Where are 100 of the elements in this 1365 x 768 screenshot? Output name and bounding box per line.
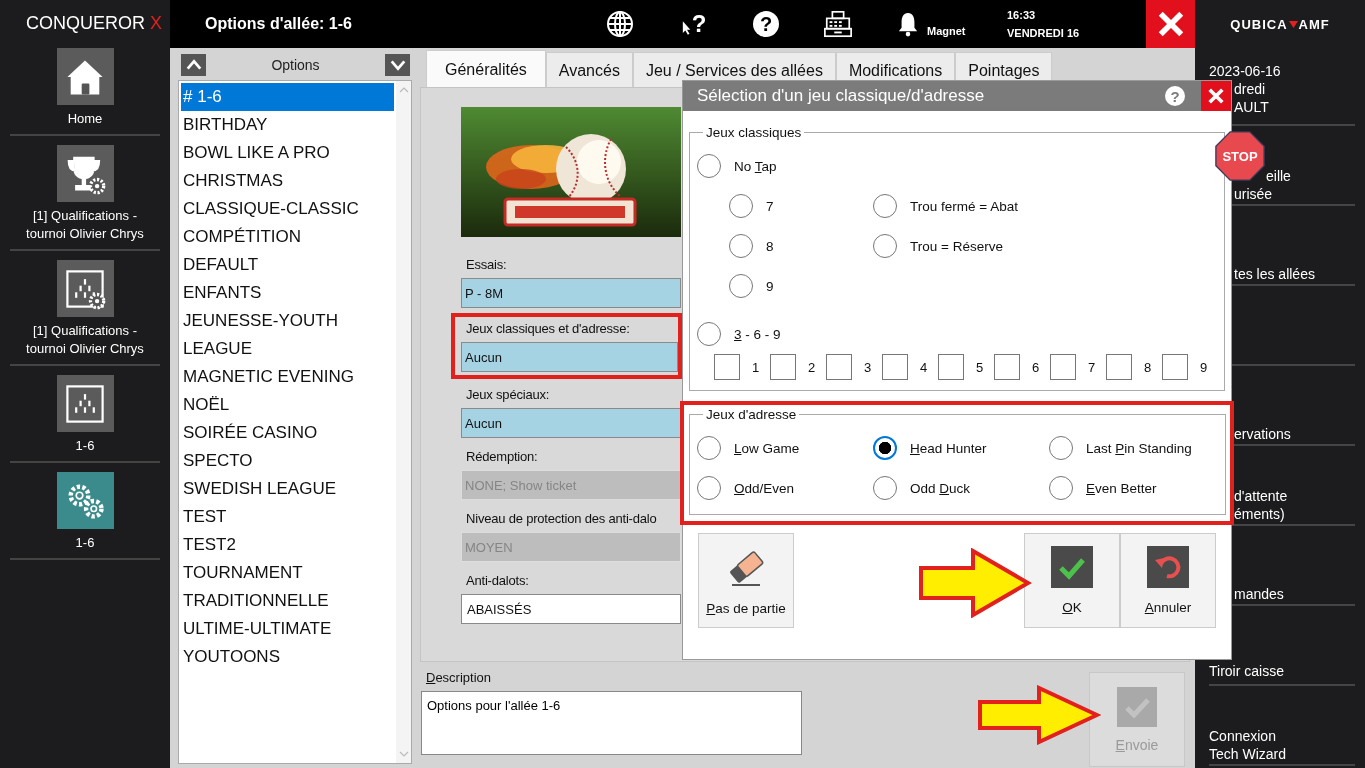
globe-icon[interactable] <box>605 9 635 39</box>
field-label: Anti-dalots: <box>465 572 530 590</box>
radio-option[interactable]: 7 <box>729 186 774 226</box>
field-label: Niveau de protection des anti-dalo <box>465 510 658 528</box>
scroll-up-button[interactable] <box>181 54 206 76</box>
option-list-item[interactable]: NOËL <box>181 391 394 419</box>
option-list-item[interactable]: TEST2 <box>181 531 394 559</box>
menu-entry-text[interactable]: Tiroir caisse <box>1209 662 1284 680</box>
app-logo: CONQUEROR X <box>25 12 163 35</box>
option-list-item[interactable]: SWEDISH LEAGUE <box>181 475 394 503</box>
panel-title: Options <box>271 57 320 73</box>
menu-entry-text[interactable]: mandes <box>1234 585 1284 603</box>
menu-entry-text[interactable]: urisée <box>1234 185 1273 203</box>
close-button[interactable] <box>1146 0 1195 48</box>
field-label: Jeux classiques et d'adresse: <box>465 320 631 338</box>
description-field[interactable]: Options pour l'allée 1-6 <box>421 691 802 755</box>
checkbox-option[interactable]: 1 <box>714 354 770 380</box>
nav-label: 1-6 <box>75 534 95 552</box>
radio-option[interactable]: 8 <box>729 226 774 266</box>
ok-button[interactable]: OK <box>1024 533 1120 628</box>
help-icon[interactable]: ? <box>753 11 779 37</box>
nav-label: [1] Qualifications - tournoi Olivier Chrys <box>25 207 145 243</box>
radio-option[interactable]: Odd Duck <box>873 468 971 508</box>
option-list-item[interactable]: TOURNAMENT <box>181 559 394 587</box>
menu-entry-text[interactable]: Connexion <box>1209 727 1276 745</box>
close-icon <box>1207 87 1225 105</box>
group-title: Jeux classiques <box>705 125 803 140</box>
radio-option[interactable]: Last Pin Standing <box>1049 428 1192 468</box>
cancel-button[interactable]: Annuler <box>1120 533 1216 628</box>
date-text: AULT <box>1234 98 1269 116</box>
checkbox-option[interactable]: 3 <box>826 354 882 380</box>
menu-entry-text[interactable]: d'attente <box>1234 487 1288 505</box>
nav-tile-button[interactable] <box>56 48 114 105</box>
select-field[interactable]: P - 8M <box>461 278 681 308</box>
nav-tile-button[interactable] <box>56 145 114 202</box>
clear-button[interactable]: Pas de partie <box>698 533 794 628</box>
scroll-down-button[interactable] <box>385 54 410 76</box>
option-list-item[interactable]: MAGNETIC EVENING <box>181 363 394 391</box>
tab[interactable]: Avancés <box>545 52 633 89</box>
option-list-item[interactable]: TRADITIONNELLE <box>181 587 394 615</box>
vendor-logo: QUBICA AMF <box>1229 15 1331 34</box>
option-list-item[interactable]: JEUNESSE-YOUTH <box>181 307 394 335</box>
radio-option[interactable]: 3 - 6 - 9 <box>697 314 781 354</box>
radio-option[interactable]: Trou fermé = Abat <box>873 186 1018 226</box>
option-list-item[interactable]: YOUTOONS <box>181 643 394 671</box>
option-list-item[interactable]: CHRISTMAS <box>181 167 394 195</box>
checkbox-option[interactable]: 5 <box>938 354 994 380</box>
undo-icon <box>1147 546 1189 588</box>
date-text: dredi <box>1234 80 1266 98</box>
menu-entry-text[interactable]: éments) <box>1234 505 1285 523</box>
help-icon[interactable]: ? <box>1165 86 1185 106</box>
option-list-item[interactable]: DEFAULT <box>181 251 394 279</box>
option-list-item[interactable]: LEAGUE <box>181 335 394 363</box>
menu-entry-text[interactable]: tes les allées <box>1234 265 1315 283</box>
option-list-item[interactable]: SOIRÉE CASINO <box>181 419 394 447</box>
field-label: Essais: <box>465 256 508 274</box>
checkbox-option[interactable]: 6 <box>994 354 1050 380</box>
select-field[interactable]: Aucun <box>461 342 678 372</box>
option-list-item[interactable]: BOWL LIKE A PRO <box>181 139 394 167</box>
checkbox-option[interactable]: 2 <box>770 354 826 380</box>
field-label: Jeux spéciaux: <box>465 386 551 404</box>
radio-option[interactable]: Low Game <box>697 428 800 468</box>
description-label: Description <box>425 670 493 685</box>
page-title: Options d'allée: 1-6 <box>204 15 353 33</box>
radio-option[interactable]: Head Hunter <box>873 428 987 468</box>
checkmark-icon <box>1051 546 1093 588</box>
nav-label: Home <box>67 110 103 128</box>
stop-sign-icon: STOP <box>1215 131 1265 181</box>
nav-tile-button[interactable] <box>56 472 114 529</box>
option-list-item[interactable]: BIRTHDAY <box>181 111 394 139</box>
option-list-item[interactable]: CLASSIQUE-CLASSIC <box>181 195 394 223</box>
nav-tile-button[interactable] <box>56 375 114 432</box>
menu-entry-text[interactable]: ervations <box>1234 425 1291 443</box>
radio-option[interactable]: 9 <box>729 266 774 306</box>
nav-label: [1] Qualifications - tournoi Olivier Chrys <box>25 322 145 358</box>
dialog-title: Sélection d'un jeu classique/d'adresse <box>696 86 986 106</box>
menu-entry-text[interactable]: Tech Wizard <box>1209 745 1287 763</box>
radio-option[interactable]: Even Better <box>1049 468 1157 508</box>
close-button[interactable] <box>1201 81 1231 111</box>
checkbox-option[interactable]: 4 <box>882 354 938 380</box>
option-list-item[interactable]: ENFANTS <box>181 279 394 307</box>
option-list-item[interactable]: SPECTO <box>181 447 394 475</box>
checkbox-option[interactable]: 8 <box>1106 354 1162 380</box>
dropdown-field[interactable]: ABAISSÉS <box>461 594 681 624</box>
radio-option[interactable]: Trou = Réserve <box>873 226 1003 266</box>
checkbox-option[interactable]: 7 <box>1050 354 1106 380</box>
menu-entry-text[interactable]: eille <box>1266 167 1291 185</box>
option-list-item[interactable]: TEST <box>181 503 394 531</box>
cash-register-icon[interactable] <box>823 9 853 39</box>
option-list-item[interactable]: # 1-6 <box>181 83 394 111</box>
option-list-item[interactable]: COMPÉTITION <box>181 223 394 251</box>
radio-option[interactable]: No Tap <box>697 146 777 186</box>
checkbox-option[interactable]: 9 <box>1162 354 1218 380</box>
tab[interactable]: Généralités <box>426 50 546 89</box>
radio-option[interactable]: Odd/Even <box>697 468 795 508</box>
group-title: Jeux d'adresse <box>705 407 798 422</box>
select-field[interactable]: Aucun <box>461 408 681 438</box>
clock-time: 16:33 <box>1007 9 1037 21</box>
option-list-item[interactable]: ULTIME-ULTIMATE <box>181 615 394 643</box>
nav-tile-button[interactable] <box>56 260 114 317</box>
